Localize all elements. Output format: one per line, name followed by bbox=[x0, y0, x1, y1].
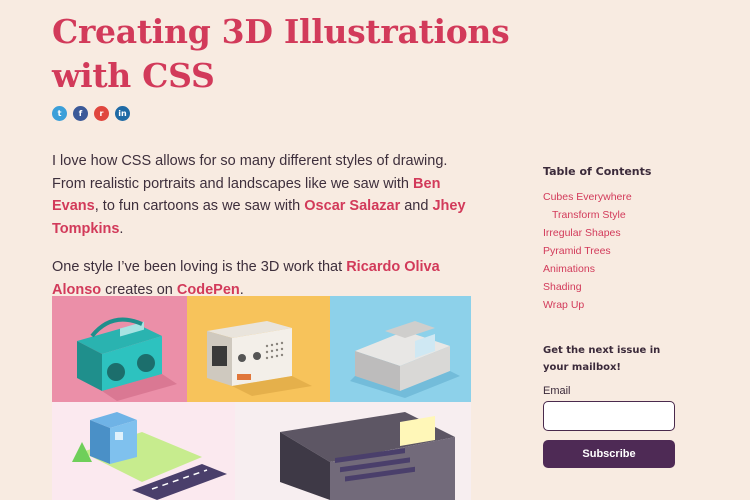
toc-item-animations[interactable]: Animations bbox=[543, 260, 693, 278]
table-of-contents: Cubes Everywhere Transform Style Irregul… bbox=[543, 188, 693, 314]
email-label: Email bbox=[543, 385, 571, 397]
toc-item-pyramid-trees[interactable]: Pyramid Trees bbox=[543, 242, 693, 260]
house-illustration bbox=[52, 402, 235, 500]
subscribe-button[interactable]: Subscribe bbox=[543, 440, 675, 468]
toc-item-wrap-up[interactable]: Wrap Up bbox=[543, 296, 693, 314]
paragraph-text: , to fun cartoons as we saw with bbox=[94, 198, 305, 214]
twitter-icon[interactable]: t bbox=[52, 106, 67, 121]
paragraph-text: I love how CSS allows for so many differ… bbox=[52, 153, 448, 192]
facebook-icon[interactable]: f bbox=[73, 106, 88, 121]
paragraph-intro: I love how CSS allows for so many differ… bbox=[52, 150, 482, 240]
paragraph-text: One style I’ve been loving is the 3D wor… bbox=[52, 259, 347, 275]
boombox-illustration bbox=[52, 296, 187, 402]
article-body: I love how CSS allows for so many differ… bbox=[52, 150, 482, 317]
linkedin-icon[interactable]: in bbox=[115, 106, 130, 121]
printer-illustration bbox=[330, 296, 471, 402]
toc-item-cubes-everywhere[interactable]: Cubes Everywhere bbox=[543, 188, 693, 206]
toc-title: Table of Contents bbox=[543, 165, 652, 178]
page-title: Creating 3D Illustrations with CSS bbox=[52, 12, 510, 95]
cassette-player-illustration bbox=[187, 296, 330, 402]
link-oscar-salazar[interactable]: Oscar Salazar bbox=[304, 198, 400, 214]
toc-item-transform-style[interactable]: Transform Style bbox=[543, 206, 693, 224]
toc-item-shading[interactable]: Shading bbox=[543, 278, 693, 296]
illustration-grid bbox=[52, 296, 471, 500]
social-share-bar: t f r in bbox=[52, 106, 130, 121]
paragraph-text: . bbox=[119, 220, 124, 237]
sidebar: Table of Contents Cubes Everywhere Trans… bbox=[543, 165, 693, 314]
newsletter-title: Get the next issue in your mailbox! bbox=[543, 345, 661, 373]
cinema-illustration bbox=[235, 402, 471, 500]
email-field[interactable] bbox=[543, 401, 675, 431]
reddit-icon[interactable]: r bbox=[94, 106, 109, 121]
paragraph-style: One style I’ve been loving is the 3D wor… bbox=[52, 256, 482, 301]
toc-item-irregular-shapes[interactable]: Irregular Shapes bbox=[543, 224, 693, 242]
paragraph-text: and bbox=[400, 198, 433, 214]
